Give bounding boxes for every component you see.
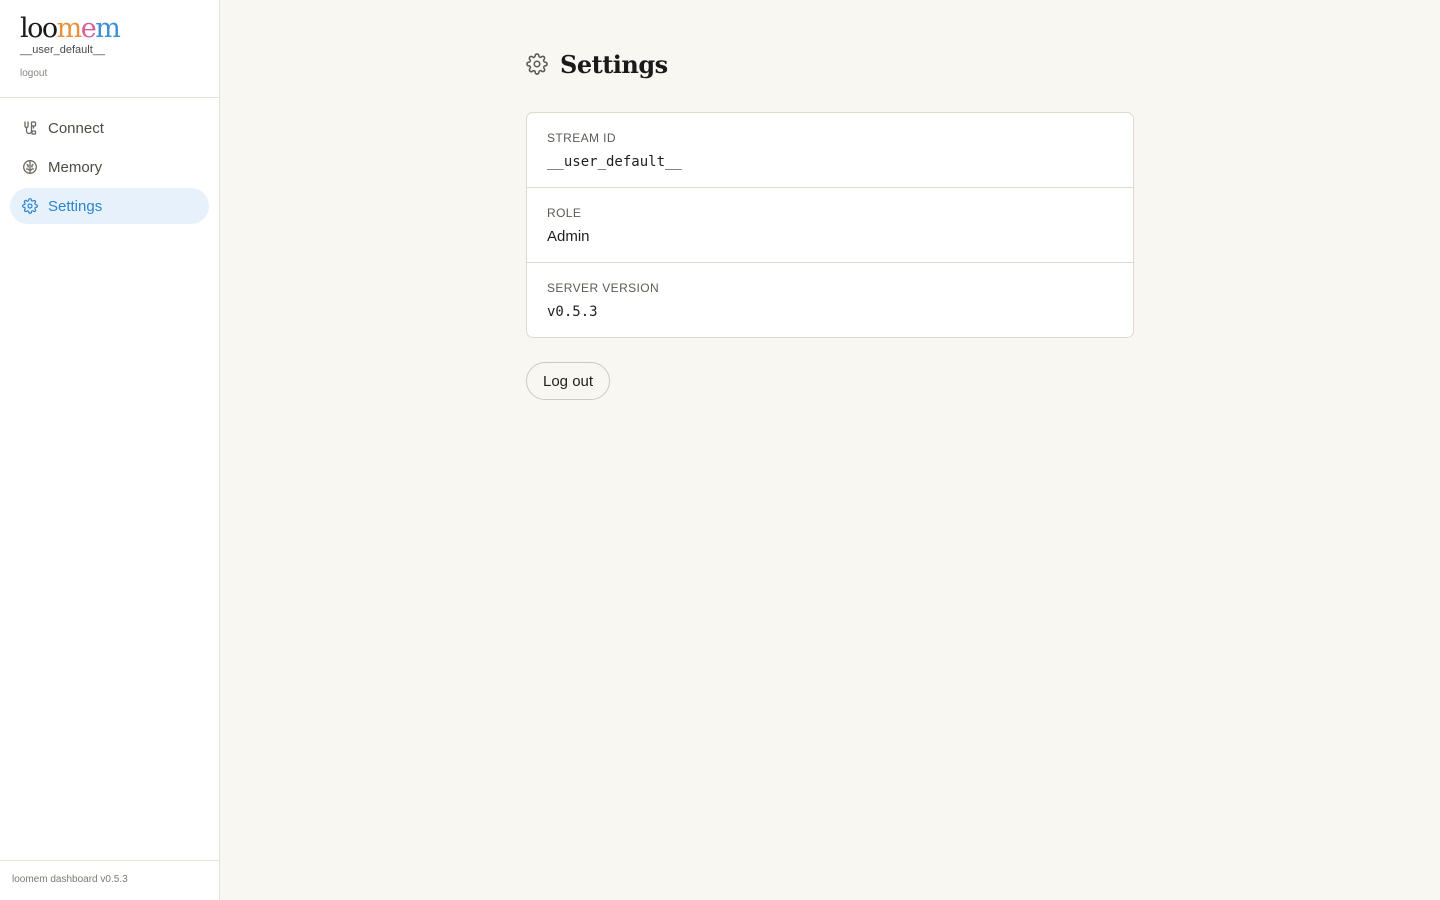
role-value: Admin [547,228,590,245]
sidebar-item-label: Connect [48,119,104,137]
sidebar-nav: Connect Memory Settings [0,98,219,224]
sidebar-item-connect[interactable]: Connect [10,110,209,146]
gear-icon [526,53,548,75]
role-label: ROLE [547,206,582,220]
page-title: Settings [560,49,668,79]
plug-icon [22,120,38,136]
brain-icon [22,159,38,175]
stream-id-value: __user_default__ [547,154,682,170]
settings-row-server-version: SERVER VERSION v0.5.3 [527,263,1133,337]
server-version-value: v0.5.3 [547,304,598,320]
main-content: Settings STREAM ID __user_default__ ROLE… [526,0,1134,400]
sidebar-footer-version: loomem dashboard v0.5.3 [0,860,219,900]
settings-card: STREAM ID __user_default__ ROLE Admin SE… [526,112,1134,338]
sidebar: loomem __user_default__ logout Connect M… [0,0,220,900]
gear-icon [22,198,38,214]
stream-id-label: STREAM ID [547,131,616,145]
loomem-logo[interactable]: loomem [20,14,219,44]
brand: loomem __user_default__ logout [0,0,219,98]
server-version-label: SERVER VERSION [547,281,660,295]
sidebar-item-label: Settings [48,197,103,215]
current-username: __user_default__ [20,44,106,56]
sidebar-item-settings[interactable]: Settings [10,188,209,224]
logout-button[interactable]: Log out [526,362,611,400]
sidebar-logout-link[interactable]: logout [20,68,47,79]
sidebar-item-label: Memory [48,158,103,176]
settings-row-role: ROLE Admin [527,188,1133,263]
sidebar-item-memory[interactable]: Memory [10,149,209,185]
page-header: Settings [526,46,1134,82]
settings-row-stream-id: STREAM ID __user_default__ [527,113,1133,188]
